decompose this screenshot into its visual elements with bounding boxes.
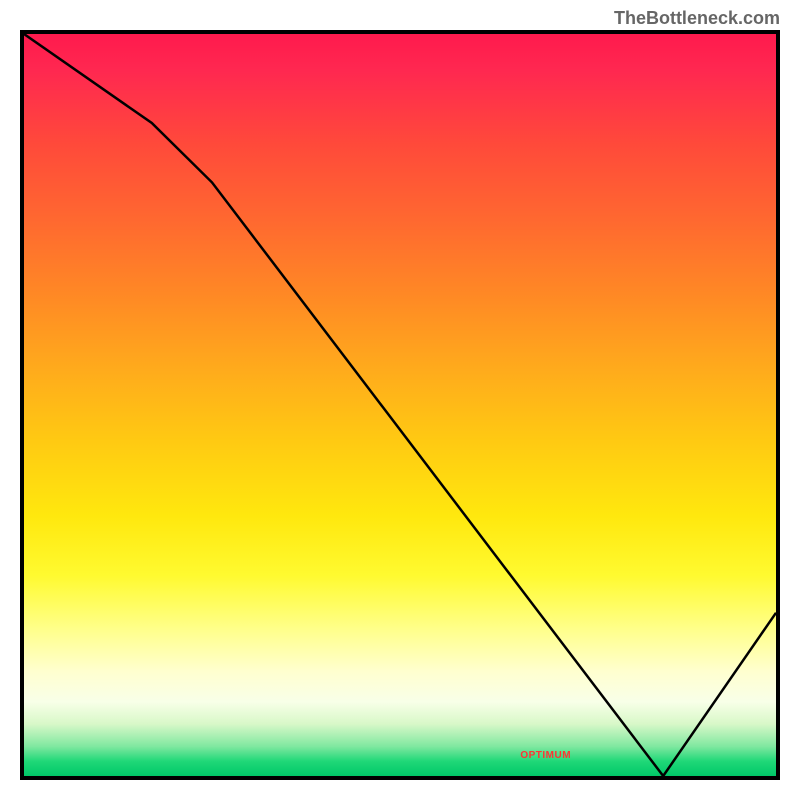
plot-area: OPTIMUM [20,30,780,780]
data-line [24,34,776,776]
chart-container: TheBottleneck.com OPTIMUM [0,0,800,800]
watermark-text: TheBottleneck.com [614,8,780,29]
optimal-label: OPTIMUM [520,750,571,761]
